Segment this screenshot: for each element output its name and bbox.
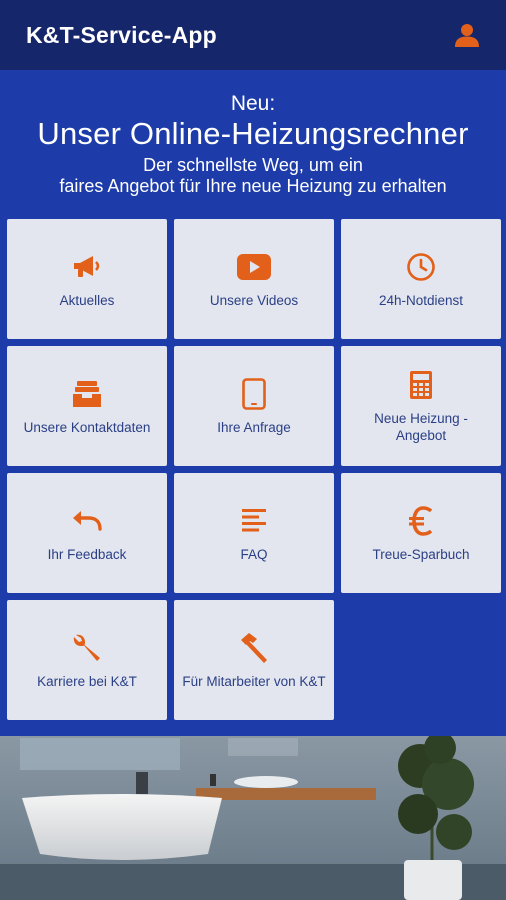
tile-unsere-kontaktdaten[interactable]: Unsere Kontaktdaten xyxy=(7,346,167,466)
app-title: K&T-Service-App xyxy=(26,21,217,48)
tile-faq[interactable]: FAQ xyxy=(174,473,334,593)
undo-arrow-icon xyxy=(70,504,104,538)
euro-icon xyxy=(404,504,438,538)
tile-fuer-mitarbeiter[interactable]: Für Mitarbeiter von K&T xyxy=(174,600,334,720)
tile-neue-heizung-angebot[interactable]: Neue Heizung - Angebot xyxy=(341,346,501,466)
tile-label: Neue Heizung - Angebot xyxy=(374,411,468,443)
tile-label: Unsere Kontaktdaten xyxy=(23,419,151,435)
main-content: Neu: Unser Online-Heizungsrechner Der sc… xyxy=(0,70,506,736)
calculator-icon xyxy=(404,368,438,402)
tile-label: Ihre Anfrage xyxy=(217,419,291,435)
tile-label: Aktuelles xyxy=(59,292,115,308)
inbox-icon xyxy=(70,377,104,411)
menu-grid: Aktuelles Unsere Videos 24h-Notdienst Un… xyxy=(7,219,501,720)
user-icon xyxy=(455,24,479,47)
tile-treue-sparbuch[interactable]: Treue-Sparbuch xyxy=(341,473,501,593)
tile-24h-notdienst[interactable]: 24h-Notdienst xyxy=(341,219,501,339)
tile-label: FAQ xyxy=(240,546,268,562)
clock-icon xyxy=(404,250,438,284)
tile-label: Unsere Videos xyxy=(209,292,299,308)
tile-ihr-feedback[interactable]: Ihr Feedback xyxy=(7,473,167,593)
youtube-play-icon xyxy=(237,250,271,284)
app-header: K&T-Service-App xyxy=(0,0,506,70)
hammer-icon xyxy=(237,631,271,665)
banner-subtitle-line2: faires Angebot für Ihre neue Heizung zu … xyxy=(59,176,447,196)
wrench-icon xyxy=(70,631,104,665)
megaphone-icon xyxy=(70,250,104,284)
tile-label: Treue-Sparbuch xyxy=(372,546,470,562)
banner-kicker: Neu: xyxy=(230,92,276,115)
tile-label: Ihr Feedback xyxy=(47,546,127,562)
banner-subtitle-line1: Der schnellste Weg, um ein xyxy=(143,155,363,175)
bathroom-photo xyxy=(0,736,506,900)
tile-label: Für Mitarbeiter von K&T xyxy=(182,673,326,689)
banner-title: Unser Online-Heizungsrechner xyxy=(37,116,469,151)
tile-label: Karriere bei K&T xyxy=(37,673,137,689)
tile-aktuelles[interactable]: Aktuelles xyxy=(7,219,167,339)
user-profile-button[interactable] xyxy=(452,20,482,50)
tile-label: 24h-Notdienst xyxy=(378,292,464,308)
tile-karriere[interactable]: Karriere bei K&T xyxy=(7,600,167,720)
tile-ihre-anfrage[interactable]: Ihre Anfrage xyxy=(174,346,334,466)
text-lines-icon xyxy=(237,504,271,538)
tile-unsere-videos[interactable]: Unsere Videos xyxy=(174,219,334,339)
tablet-icon xyxy=(237,377,271,411)
heating-calculator-banner[interactable]: Neu: Unser Online-Heizungsrechner Der sc… xyxy=(0,92,506,197)
